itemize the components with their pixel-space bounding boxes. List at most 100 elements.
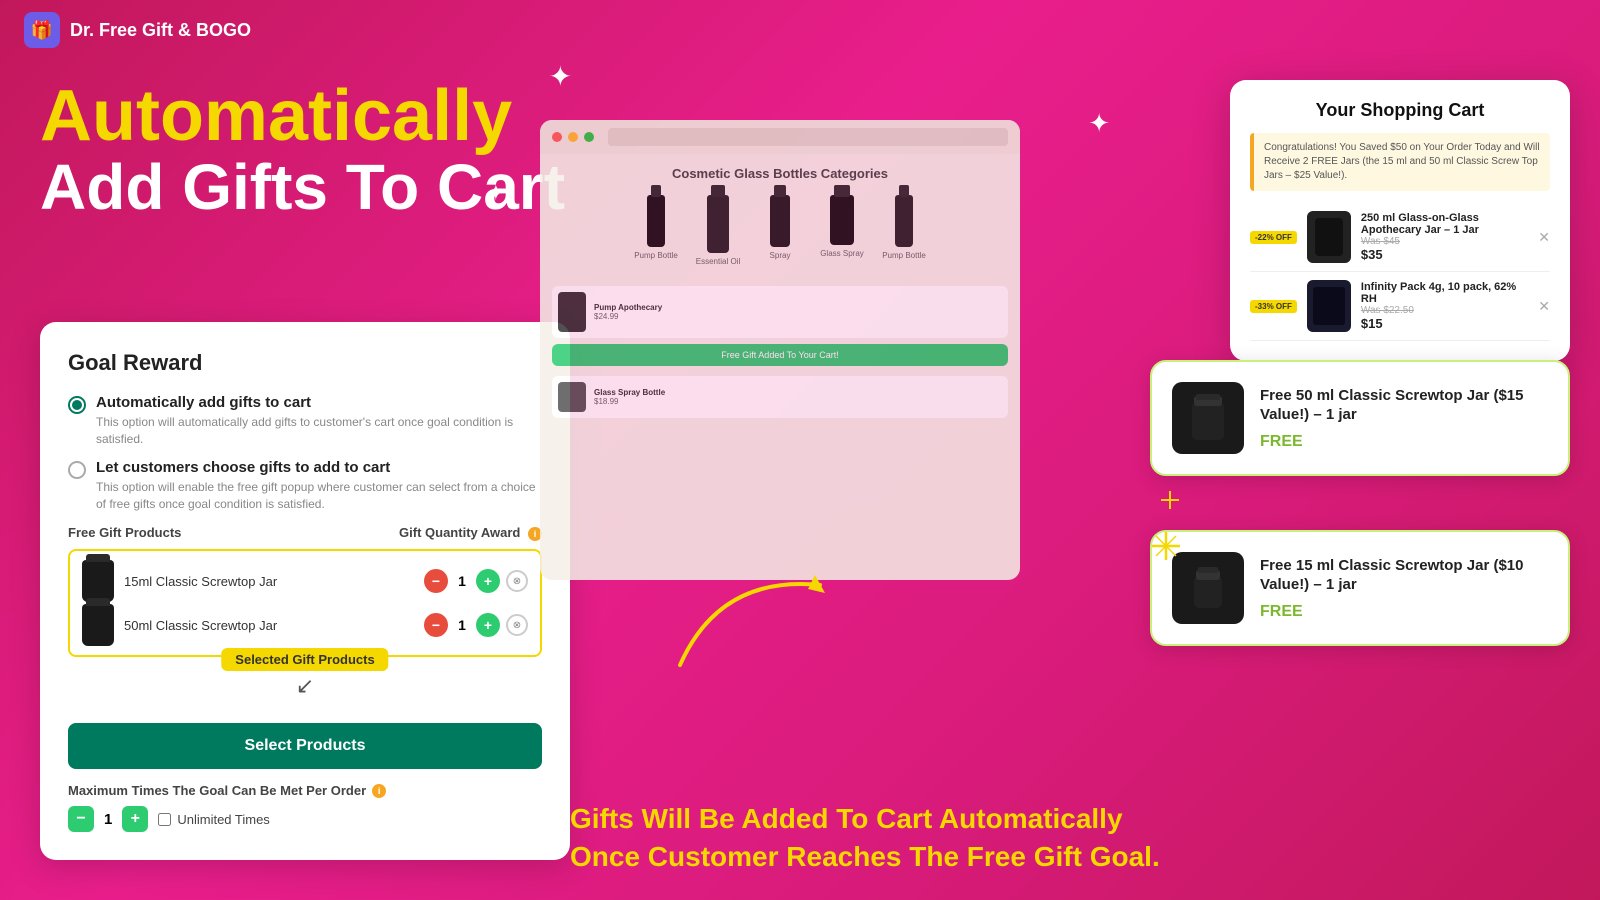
cart-item-1-price: $35 bbox=[1361, 247, 1528, 262]
store-content: Cosmetic Glass Bottles Categories Pump B… bbox=[540, 154, 1020, 442]
cart-item-1-info: 250 ml Glass-on-Glass Apothecary Jar – 1… bbox=[1361, 212, 1528, 262]
gift-info-2: Free 15 ml Classic Screwtop Jar ($10 Val… bbox=[1260, 556, 1548, 621]
cart-thumb-2 bbox=[1307, 280, 1351, 332]
max-times-val: 1 bbox=[104, 811, 112, 828]
qty-remove-1[interactable]: ⊗ bbox=[506, 570, 528, 592]
option-auto-add[interactable]: Automatically add gifts to cart This opt… bbox=[68, 394, 542, 448]
option2-label: Let customers choose gifts to add to car… bbox=[96, 459, 542, 476]
hero-section: Automatically ✦ ✦ Add Gifts To Cart bbox=[40, 80, 565, 222]
bottom-line1: Gifts Will Be Added To Cart Automaticall… bbox=[570, 800, 1210, 838]
radio-customer-choose[interactable] bbox=[68, 461, 86, 479]
free-label-2: FREE bbox=[1260, 603, 1548, 621]
option-customer-choose[interactable]: Let customers choose gifts to add to car… bbox=[68, 459, 542, 513]
cursor-indicator: ↙ bbox=[68, 673, 542, 699]
qty-controls-2: − 1 + ⊗ bbox=[424, 613, 528, 637]
select-products-button[interactable]: Select Products bbox=[68, 723, 542, 769]
gift-name-2: Free 15 ml Classic Screwtop Jar ($10 Val… bbox=[1260, 556, 1548, 595]
store-product-label-3: Spray bbox=[770, 251, 791, 260]
store-product-2: Essential Oil bbox=[693, 195, 743, 266]
product-thumb-1 bbox=[82, 565, 114, 597]
sparkle-3 bbox=[1160, 490, 1180, 515]
discount-badge-2: -33% OFF bbox=[1250, 300, 1297, 313]
cart-item-2: -33% OFF Infinity Pack 4g, 10 pack, 62% … bbox=[1250, 272, 1550, 341]
store-product-3: Spray bbox=[755, 195, 805, 266]
store-products-lower: Pump Apothecary $24.99 Free Gift Added T… bbox=[552, 282, 1008, 430]
cart-close-2[interactable]: ✕ bbox=[1538, 298, 1550, 315]
goal-card-title: Goal Reward bbox=[68, 350, 542, 376]
hero-line1: Automatically bbox=[40, 80, 512, 152]
store-info-2: Glass Spray Bottle $18.99 bbox=[594, 388, 1002, 406]
option2-desc: This option will enable the free gift po… bbox=[96, 479, 542, 513]
qty-val-2: 1 bbox=[454, 617, 470, 633]
free-gift-card-1: Free 50 ml Classic Screwtop Jar ($15 Val… bbox=[1150, 360, 1570, 476]
store-page-title: Cosmetic Glass Bottles Categories bbox=[552, 166, 1008, 181]
star-decoration-1: ✦ bbox=[549, 60, 572, 93]
app-title: Dr. Free Gift & BOGO bbox=[70, 20, 251, 41]
app-logo: 🎁 bbox=[24, 12, 60, 48]
max-times-controls: − 1 + Unlimited Times bbox=[68, 806, 542, 832]
cart-thumb-1 bbox=[1307, 211, 1351, 263]
store-thumb-2 bbox=[558, 382, 586, 412]
store-product-grid: Pump Bottle Essential Oil Spray Glass Sp… bbox=[552, 195, 1008, 266]
product-name-1: 15ml Classic Screwtop Jar bbox=[124, 574, 414, 589]
max-times-minus[interactable]: − bbox=[68, 806, 94, 832]
product-thumb-2 bbox=[82, 609, 114, 641]
unlimited-times-checkbox[interactable] bbox=[158, 813, 171, 826]
cart-item-1-name: 250 ml Glass-on-Glass Apothecary Jar – 1… bbox=[1361, 212, 1528, 236]
store-banner: Free Gift Added To Your Cart! bbox=[552, 344, 1008, 366]
gift-jar-img-2 bbox=[1172, 552, 1244, 624]
qty-remove-2[interactable]: ⊗ bbox=[506, 614, 528, 636]
gift-quantity-label: Gift Quantity Award i bbox=[399, 525, 542, 541]
qty-plus-2[interactable]: + bbox=[476, 613, 500, 637]
cart-item-2-was: Was $22.50 bbox=[1361, 305, 1528, 316]
product-name-2: 50ml Classic Screwtop Jar bbox=[124, 618, 414, 633]
star-decoration-2: ✦ bbox=[487, 180, 505, 206]
store-product-4: Glass Spray bbox=[817, 195, 867, 266]
discount-badge-1: -22% OFF bbox=[1250, 231, 1297, 244]
info-icon-max: i bbox=[372, 784, 386, 798]
dot-yellow bbox=[568, 132, 578, 142]
store-product-label-1: Pump Bottle bbox=[634, 251, 678, 260]
qty-controls-1: − 1 + ⊗ bbox=[424, 569, 528, 593]
cart-item-2-name: Infinity Pack 4g, 10 pack, 62% RH bbox=[1361, 281, 1528, 305]
store-product-label-5: Pump Bottle bbox=[882, 251, 926, 260]
store-product-5: Pump Bottle bbox=[879, 195, 929, 266]
cart-panel: Your Shopping Cart Congratulations! You … bbox=[1230, 80, 1570, 361]
gift-product-row-1: 15ml Classic Screwtop Jar − 1 + ⊗ bbox=[78, 559, 532, 603]
cart-title: Your Shopping Cart bbox=[1250, 100, 1550, 121]
free-gift-card-2: Free 15 ml Classic Screwtop Jar ($10 Val… bbox=[1150, 530, 1570, 646]
gift-product-row-2: 50ml Classic Screwtop Jar − 1 + ⊗ bbox=[78, 603, 532, 647]
cart-item-2-badge-area: -33% OFF bbox=[1250, 300, 1297, 313]
radio-auto-add[interactable] bbox=[68, 396, 86, 414]
goal-reward-card: Goal Reward Automatically add gifts to c… bbox=[40, 322, 570, 860]
store-row-1: Pump Apothecary $24.99 bbox=[552, 286, 1008, 338]
bottom-line2: Once Customer Reaches The Free Gift Goal… bbox=[570, 838, 1210, 876]
unlimited-times-label[interactable]: Unlimited Times bbox=[158, 812, 269, 827]
store-product-1: Pump Bottle bbox=[631, 195, 681, 266]
cart-item-1-was: Was $45 bbox=[1361, 236, 1528, 247]
cart-item-2-price: $15 bbox=[1361, 316, 1528, 331]
store-info-1: Pump Apothecary $24.99 bbox=[594, 303, 1002, 321]
store-thumb-1 bbox=[558, 292, 586, 332]
gift-products-box: 15ml Classic Screwtop Jar − 1 + ⊗ 50ml C… bbox=[68, 549, 542, 657]
gift-jar-img-1 bbox=[1172, 382, 1244, 454]
store-product-label-4: Glass Spray bbox=[820, 249, 864, 258]
store-background: Cosmetic Glass Bottles Categories Pump B… bbox=[540, 120, 1020, 580]
option1-label: Automatically add gifts to cart bbox=[96, 394, 542, 411]
qty-minus-2[interactable]: − bbox=[424, 613, 448, 637]
store-row-2: Glass Spray Bottle $18.99 bbox=[552, 376, 1008, 418]
dot-red bbox=[552, 132, 562, 142]
store-product-label-2: Essential Oil bbox=[696, 257, 740, 266]
cart-item-2-info: Infinity Pack 4g, 10 pack, 62% RH Was $2… bbox=[1361, 281, 1528, 331]
cart-congrats: Congratulations! You Saved $50 on Your O… bbox=[1250, 133, 1550, 191]
qty-plus-1[interactable]: + bbox=[476, 569, 500, 593]
max-times-plus[interactable]: + bbox=[122, 806, 148, 832]
cart-close-1[interactable]: ✕ bbox=[1538, 229, 1550, 246]
free-gift-products-label: Free Gift Products bbox=[68, 525, 181, 541]
free-label-1: FREE bbox=[1260, 433, 1548, 451]
arrow-decoration bbox=[660, 555, 840, 680]
qty-minus-1[interactable]: − bbox=[424, 569, 448, 593]
cart-item-1: -22% OFF 250 ml Glass-on-Glass Apothecar… bbox=[1250, 203, 1550, 272]
sparkle-2 bbox=[1150, 530, 1182, 567]
sparkle-1: ✦ bbox=[1088, 108, 1110, 139]
